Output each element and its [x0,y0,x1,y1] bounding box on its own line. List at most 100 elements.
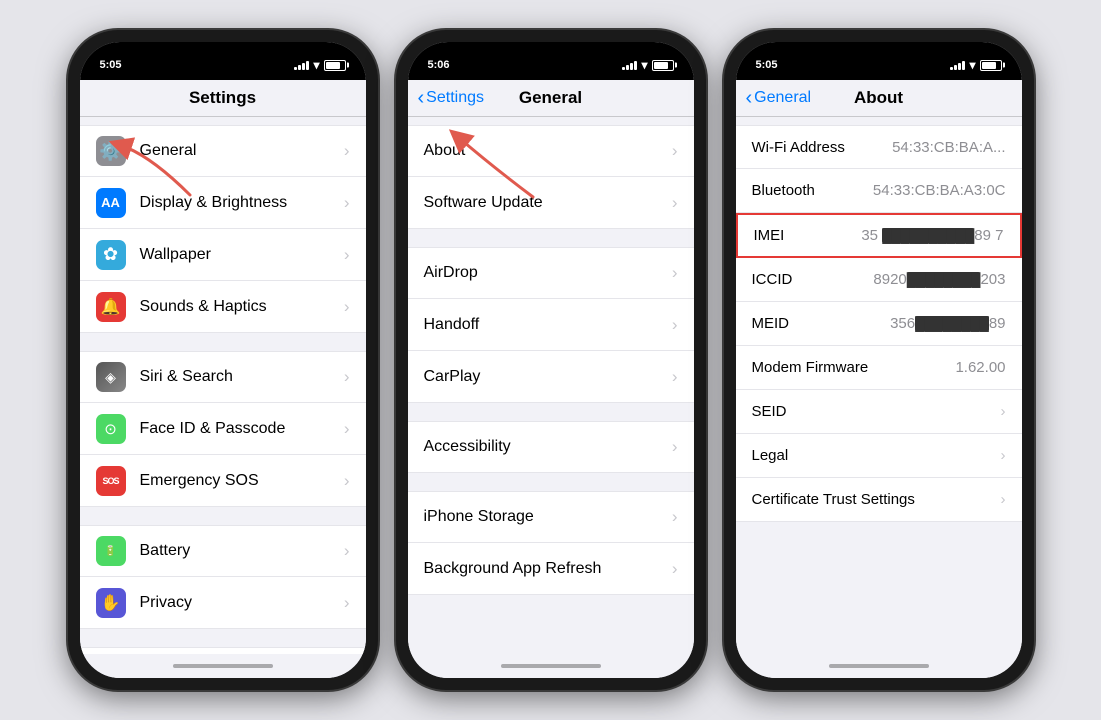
status-time-2: 5:06 [428,59,450,71]
row-carplay[interactable]: CarPlay › [408,351,694,403]
row-iccid: ICCID 8920████████203 [736,258,1022,302]
legal-label: Legal [752,447,789,464]
iccid-redacted: ████████ [907,272,981,287]
handoff-label: Handoff [424,316,672,334]
general-group-3: Accessibility › [408,421,694,473]
separator-g3 [408,473,694,483]
wifi-icon-1: ▾ [313,58,319,72]
general-icon: ⚙️ [96,136,126,166]
row-iphone-storage[interactable]: iPhone Storage › [408,491,694,543]
notch-bar-1: 5:05 ▾ [80,42,366,80]
status-time-3: 5:05 [756,59,778,71]
modem-value: 1.62.00 [955,359,1005,376]
row-siri[interactable]: ◈ Siri & Search › [80,351,366,403]
software-label: Software Update [424,194,672,212]
home-indicator-1 [80,654,366,678]
general-group-4: iPhone Storage › Background App Refresh … [408,491,694,595]
battery-chevron: › [344,541,350,561]
row-privacy[interactable]: ✋ Privacy › [80,577,366,629]
siri-label: Siri & Search [140,368,344,386]
battery-row-icon: 🔋 [96,536,126,566]
sos-chevron: › [344,471,350,491]
general-list[interactable]: About › Software Update › AirDrop › Hand… [408,117,694,654]
iphone-storage-label: iPhone Storage [424,508,672,526]
status-icons-1: ▾ [294,58,345,72]
settings-group-4: A iTunes & App Store › [80,647,366,654]
handoff-chevron: › [672,315,678,335]
meid-end: 89 [989,315,1006,332]
wallpaper-label: Wallpaper [140,246,344,264]
row-display[interactable]: AA Display & Brightness › [80,177,366,229]
meid-start: 356 [890,315,915,332]
battery-label: Battery [140,542,344,560]
row-imei: IMEI 35 ██████████89 7 [736,213,1022,258]
row-about[interactable]: About › [408,125,694,177]
privacy-chevron: › [344,593,350,613]
nav-title-2: General [519,88,582,108]
general-label: General [140,142,344,160]
nav-bar-1: Settings [80,80,366,117]
home-indicator-2 [408,654,694,678]
wifi-icon-2: ▾ [641,58,647,72]
row-itunes[interactable]: A iTunes & App Store › [80,647,366,654]
wifi-icon-3: ▾ [969,58,975,72]
iccid-label: ICCID [752,271,793,288]
row-software[interactable]: Software Update › [408,177,694,229]
iphone-2: 5:06 ▾ ‹ [396,30,706,690]
accessibility-chevron: › [672,437,678,457]
carplay-chevron: › [672,367,678,387]
faceid-chevron: › [344,419,350,439]
battery-icon-2 [652,60,674,71]
imei-value: 35 ██████████89 7 [861,227,1003,244]
display-chevron: › [344,193,350,213]
row-airdrop[interactable]: AirDrop › [408,247,694,299]
status-icons-2: ▾ [622,58,673,72]
signal-icon-2 [622,60,637,70]
nav-back-3[interactable]: ‹ General [746,89,812,108]
row-bg-refresh[interactable]: Background App Refresh › [408,543,694,595]
row-modem: Modem Firmware 1.62.00 [736,346,1022,390]
separator-1 [80,333,366,343]
settings-group-3: 🔋 Battery › ✋ Privacy › [80,525,366,629]
about-label: About [424,142,672,160]
battery-icon-3 [980,60,1002,71]
bluetooth-value: 54:33:CB:BA:A3:0C [873,182,1006,199]
row-legal[interactable]: Legal › [736,434,1022,478]
wifi-address-label: Wi-Fi Address [752,139,845,156]
back-chevron-3: ‹ [746,88,753,108]
nav-back-label-2: Settings [426,89,484,107]
general-group-1: About › Software Update › [408,125,694,229]
general-chevron: › [344,141,350,161]
separator-3 [80,629,366,639]
sos-label: Emergency SOS [140,472,344,490]
software-chevron: › [672,193,678,213]
separator-g1 [408,229,694,239]
siri-icon: ◈ [96,362,126,392]
nav-back-2[interactable]: ‹ Settings [418,89,484,108]
row-sounds[interactable]: 🔔 Sounds & Haptics › [80,281,366,333]
battery-icon-1 [324,60,346,71]
signal-icon-3 [950,60,965,70]
row-wallpaper[interactable]: ✿ Wallpaper › [80,229,366,281]
row-general[interactable]: ⚙️ General › [80,125,366,177]
row-accessibility[interactable]: Accessibility › [408,421,694,473]
row-bluetooth: Bluetooth 54:33:CB:BA:A3:0C [736,169,1022,213]
imei-start: 35 [861,227,882,244]
faceid-label: Face ID & Passcode [140,420,344,438]
home-bar-2 [501,664,601,668]
meid-label: MEID [752,315,790,332]
settings-list-1[interactable]: ⚙️ General › AA Display & Brightness › ✿… [80,117,366,654]
row-seid[interactable]: SEID › [736,390,1022,434]
siri-chevron: › [344,367,350,387]
status-bar-1: 5:05 ▾ [80,42,366,80]
row-cert[interactable]: Certificate Trust Settings › [736,478,1022,522]
row-faceid[interactable]: ⊙ Face ID & Passcode › [80,403,366,455]
signal-icon-1 [294,60,309,70]
row-handoff[interactable]: Handoff › [408,299,694,351]
row-battery[interactable]: 🔋 Battery › [80,525,366,577]
bluetooth-label: Bluetooth [752,182,815,199]
row-sos[interactable]: SOS Emergency SOS › [80,455,366,507]
privacy-label: Privacy [140,594,344,612]
legal-chevron: › [1001,447,1006,464]
wallpaper-chevron: › [344,245,350,265]
